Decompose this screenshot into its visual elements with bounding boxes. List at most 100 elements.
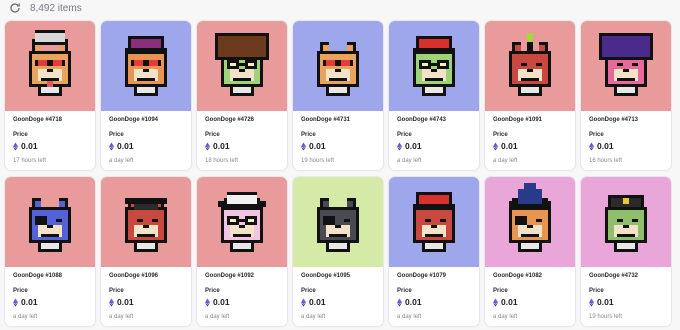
price-value: 0.01 bbox=[309, 141, 326, 151]
time-left: 17 hours left bbox=[13, 158, 47, 164]
nft-image[interactable] bbox=[581, 21, 671, 111]
price-row: 0.01 bbox=[205, 141, 230, 151]
price-row: 0.01 bbox=[13, 297, 38, 307]
nft-image[interactable] bbox=[485, 177, 575, 267]
price-row: 0.01 bbox=[205, 297, 230, 307]
nft-image[interactable] bbox=[5, 21, 95, 111]
nft-name: GoonDoge #4726 bbox=[205, 117, 255, 123]
price-label: Price bbox=[205, 132, 220, 138]
nft-card[interactable]: GoonDoge #4731 Price 0.01 19 hours left bbox=[293, 21, 383, 170]
price-label: Price bbox=[13, 132, 28, 138]
time-left: a day left bbox=[301, 314, 326, 320]
price-row: 0.01 bbox=[589, 297, 614, 307]
nft-card[interactable]: GoonDoge #1096 Price 0.01 a day left bbox=[101, 177, 191, 326]
time-left: a day left bbox=[205, 314, 230, 320]
nft-name: GoonDoge #4743 bbox=[397, 117, 447, 123]
item-count: 8,492 items bbox=[30, 3, 82, 14]
nft-image[interactable] bbox=[101, 21, 191, 111]
price-value: 0.01 bbox=[309, 297, 326, 307]
price-label: Price bbox=[589, 288, 604, 294]
time-left: 19 hours left bbox=[589, 314, 623, 320]
nft-card[interactable]: GoonDoge #4732 Price 0.01 19 hours left bbox=[581, 177, 671, 326]
time-left: 18 hours left bbox=[205, 158, 239, 164]
price-label: Price bbox=[205, 288, 220, 294]
nft-name: GoonDoge #1094 bbox=[109, 117, 159, 123]
nft-name: GoonDoge #4718 bbox=[13, 117, 63, 123]
time-left: a day left bbox=[397, 314, 422, 320]
price-label: Price bbox=[109, 132, 124, 138]
price-label: Price bbox=[493, 132, 508, 138]
nft-image[interactable] bbox=[293, 177, 383, 267]
nft-card[interactable]: GoonDoge #4743 Price 0.01 a day left bbox=[389, 21, 479, 170]
nft-image[interactable] bbox=[485, 21, 575, 111]
ethereum-icon bbox=[205, 142, 210, 150]
ethereum-icon bbox=[205, 298, 210, 306]
nft-name: GoonDoge #1088 bbox=[13, 273, 63, 279]
price-value: 0.01 bbox=[213, 141, 230, 151]
price-label: Price bbox=[397, 288, 412, 294]
time-left: a day left bbox=[13, 314, 38, 320]
price-value: 0.01 bbox=[213, 297, 230, 307]
nft-image[interactable] bbox=[197, 21, 287, 111]
price-value: 0.01 bbox=[501, 297, 518, 307]
nft-card[interactable]: GoonDoge #1095 Price 0.01 a day left bbox=[293, 177, 383, 326]
price-row: 0.01 bbox=[589, 141, 614, 151]
price-row: 0.01 bbox=[301, 297, 326, 307]
price-label: Price bbox=[109, 288, 124, 294]
ethereum-icon bbox=[493, 142, 498, 150]
nft-name: GoonDoge #1082 bbox=[493, 273, 543, 279]
ethereum-icon bbox=[301, 298, 306, 306]
nft-card[interactable]: GoonDoge #1088 Price 0.01 a day left bbox=[5, 177, 95, 326]
price-row: 0.01 bbox=[397, 297, 422, 307]
nft-name: GoonDoge #1091 bbox=[493, 117, 543, 123]
nft-name: GoonDoge #1092 bbox=[205, 273, 255, 279]
nft-name: GoonDoge #4713 bbox=[589, 117, 639, 123]
price-label: Price bbox=[589, 132, 604, 138]
nft-card[interactable]: GoonDoge #1082 Price 0.01 a day left bbox=[485, 177, 575, 326]
nft-card[interactable]: GoonDoge #4713 Price 0.01 16 hours left bbox=[581, 21, 671, 170]
ethereum-icon bbox=[109, 298, 114, 306]
price-row: 0.01 bbox=[493, 297, 518, 307]
time-left: a day left bbox=[109, 158, 134, 164]
ethereum-icon bbox=[13, 298, 18, 306]
nft-card[interactable]: GoonDoge #1094 Price 0.01 a day left bbox=[101, 21, 191, 170]
nft-card[interactable]: GoonDoge #4726 Price 0.01 18 hours left bbox=[197, 21, 287, 170]
price-label: Price bbox=[301, 132, 316, 138]
price-value: 0.01 bbox=[117, 297, 134, 307]
nft-image[interactable] bbox=[101, 177, 191, 267]
nft-image[interactable] bbox=[197, 177, 287, 267]
nft-image[interactable] bbox=[581, 177, 671, 267]
nft-image[interactable] bbox=[5, 177, 95, 267]
time-left: 19 hours left bbox=[301, 158, 335, 164]
nft-name: GoonDoge #1079 bbox=[397, 273, 447, 279]
price-value: 0.01 bbox=[597, 297, 614, 307]
ethereum-icon bbox=[109, 142, 114, 150]
ethereum-icon bbox=[397, 298, 402, 306]
price-label: Price bbox=[493, 288, 508, 294]
ethereum-icon bbox=[13, 142, 18, 150]
price-label: Price bbox=[397, 132, 412, 138]
refresh-icon[interactable] bbox=[9, 2, 21, 14]
nft-image[interactable] bbox=[293, 21, 383, 111]
ethereum-icon bbox=[397, 142, 402, 150]
ethereum-icon bbox=[589, 298, 594, 306]
ethereum-icon bbox=[493, 298, 498, 306]
nft-name: GoonDoge #4732 bbox=[589, 273, 639, 279]
nft-card[interactable]: GoonDoge #1079 Price 0.01 a day left bbox=[389, 177, 479, 326]
nft-card[interactable]: GoonDoge #4718 Price 0.01 17 hours left bbox=[5, 21, 95, 170]
time-left: a day left bbox=[493, 158, 518, 164]
nft-card[interactable]: GoonDoge #1091 Price 0.01 a day left bbox=[485, 21, 575, 170]
price-row: 0.01 bbox=[301, 141, 326, 151]
nft-image[interactable] bbox=[389, 177, 479, 267]
price-label: Price bbox=[13, 288, 28, 294]
time-left: 16 hours left bbox=[589, 158, 623, 164]
price-value: 0.01 bbox=[117, 141, 134, 151]
price-value: 0.01 bbox=[405, 141, 422, 151]
price-value: 0.01 bbox=[21, 297, 38, 307]
time-left: a day left bbox=[109, 314, 134, 320]
nft-card[interactable]: GoonDoge #1092 Price 0.01 a day left bbox=[197, 177, 287, 326]
nft-image[interactable] bbox=[389, 21, 479, 111]
price-value: 0.01 bbox=[21, 141, 38, 151]
price-value: 0.01 bbox=[501, 141, 518, 151]
price-label: Price bbox=[301, 288, 316, 294]
